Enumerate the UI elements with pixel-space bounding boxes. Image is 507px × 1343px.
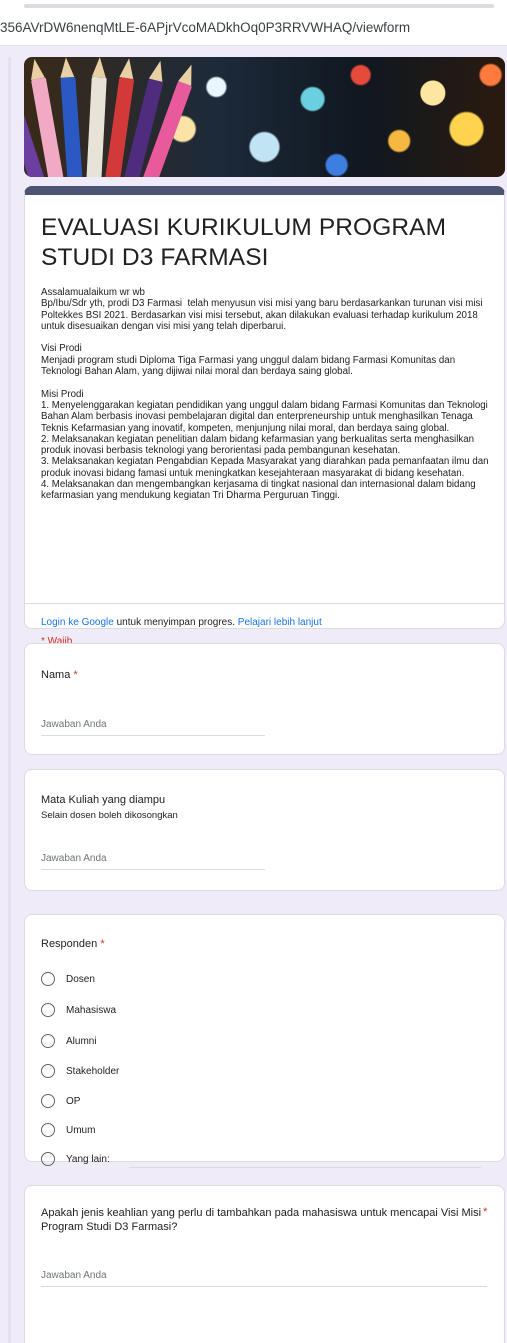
radio-button-unchecked-icon[interactable] — [41, 1152, 55, 1166]
radio-button-unchecked-icon[interactable] — [41, 1034, 55, 1048]
question-card-keahlian: Apakah jenis keahlian yang perlu di tamb… — [24, 1185, 505, 1343]
radio-button-unchecked-icon[interactable] — [41, 1094, 55, 1108]
form-header-card: EVALUASI KURIKULUM PROGRAM STUDI D3 FARM… — [24, 186, 505, 647]
radio-option-other[interactable]: Yang lain: — [41, 1149, 110, 1169]
radio-label: Umum — [66, 1124, 96, 1136]
radio-button-unchecked-icon[interactable] — [41, 1064, 55, 1078]
question-text: Responden — [41, 938, 98, 950]
question-card-nama: Nama * — [24, 643, 505, 755]
radio-label: Stakeholder — [66, 1065, 120, 1077]
radio-label: Yang lain: — [66, 1153, 110, 1165]
radio-label: Mahasiswa — [66, 1004, 117, 1016]
learn-more-link[interactable]: Pelajari lebih lanjut — [238, 617, 322, 628]
radio-option-op[interactable]: OP — [41, 1091, 80, 1111]
radio-label: OP — [66, 1095, 81, 1107]
url-text[interactable]: 356AVrDW6nenqMtLE-6APjrVcoMADkhOq0P3RRVW… — [0, 20, 410, 35]
header-image — [24, 57, 505, 177]
login-link[interactable]: Login ke Google — [41, 617, 114, 628]
browser-address-bar[interactable]: 356AVrDW6nenqMtLE-6APjrVcoMADkhOq0P3RRVW… — [0, 0, 507, 46]
radio-option-stakeholder[interactable]: Stakeholder — [41, 1061, 119, 1081]
question-label-responden: Responden * — [41, 937, 105, 951]
radio-option-mahasiswa[interactable]: Mahasiswa — [41, 1000, 116, 1020]
radio-option-dosen[interactable]: Dosen — [41, 969, 95, 989]
radio-button-unchecked-icon[interactable] — [41, 972, 55, 986]
mata-kuliah-input[interactable] — [41, 848, 265, 870]
keahlian-input[interactable] — [41, 1265, 487, 1287]
header-divider — [25, 603, 504, 604]
login-text: untuk menyimpan progres. — [113, 617, 238, 628]
radio-button-unchecked-icon[interactable] — [41, 1003, 55, 1017]
question-label-mata-kuliah: Mata Kuliah yang diampu — [41, 794, 166, 806]
form-description: Assalamualaikum wr wb Bp/Ibu/Sdr yth, pr… — [41, 287, 489, 502]
radio-label: Alumni — [66, 1035, 97, 1047]
pencil-blue — [60, 76, 83, 177]
question-card-responden: Responden * Dosen Mahasiswa Alumni Stake… — [24, 914, 505, 1168]
form-title: EVALUASI KURIKULUM PROGRAM STUDI D3 FARM… — [41, 214, 447, 271]
horizontal-scrollbar[interactable] — [24, 4, 494, 8]
question-helper-mata-kuliah: Selain dosen boleh dikosongkan — [41, 810, 178, 821]
nama-input[interactable] — [41, 714, 265, 736]
pencil-white — [86, 76, 107, 177]
required-star: * — [100, 938, 105, 950]
other-text-input[interactable] — [129, 1152, 481, 1168]
question-text: Apakah jenis keahlian yang perlu di tamb… — [41, 1207, 482, 1233]
question-label-keahlian: Apakah jenis keahlian yang perlu di tamb… — [41, 1206, 489, 1234]
required-star: * — [483, 1206, 488, 1218]
question-label-nama: Nama * — [41, 668, 78, 682]
radio-option-alumni[interactable]: Alumni — [41, 1031, 97, 1051]
radio-label: Dosen — [66, 973, 95, 985]
required-star: * — [73, 669, 78, 681]
page-edge — [8, 57, 11, 1343]
radio-option-umum[interactable]: Umum — [41, 1120, 95, 1140]
radio-button-unchecked-icon[interactable] — [41, 1123, 55, 1137]
question-text: Nama — [41, 669, 71, 681]
question-card-mata-kuliah: Mata Kuliah yang diampu Selain dosen bol… — [24, 769, 505, 891]
login-notice: Login ke Google untuk menyimpan progres.… — [41, 617, 322, 628]
